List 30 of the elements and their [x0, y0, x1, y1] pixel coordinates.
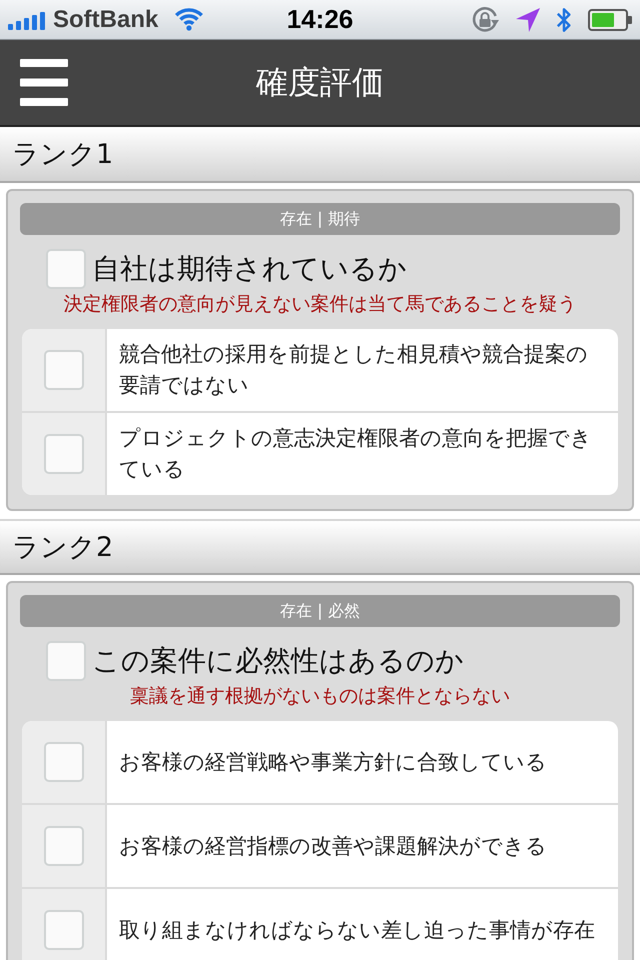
clock-time: 14:26: [286, 4, 354, 35]
checkbox[interactable]: [46, 641, 86, 681]
section-title: ランク2: [12, 531, 114, 565]
location-arrow-icon: [516, 8, 540, 32]
item-text: お客様の経営戦略や事業方針に合致している: [119, 748, 547, 776]
bluetooth-icon: [556, 6, 572, 34]
rotation-lock-icon: [470, 4, 500, 34]
hint-text: 決定権限者の意向が見えない案件は当て馬であることを疑う: [62, 292, 578, 317]
checkbox[interactable]: [44, 434, 84, 474]
item-text: 取り組まなければならない差し迫った事情が存在: [119, 916, 595, 944]
question-text: 自社は期待されているか: [92, 251, 407, 287]
checkbox[interactable]: [44, 910, 84, 950]
section-title: ランク1: [12, 138, 114, 172]
menu-icon[interactable]: [20, 59, 68, 106]
checkbox[interactable]: [46, 249, 86, 289]
checkbox[interactable]: [44, 350, 84, 390]
hint-text: 稟議を通す根拠がないものは案件とならない: [129, 684, 511, 709]
item-text: お客様の経営指標の改善や課題解決ができる: [119, 832, 547, 860]
category-label: 存在 | 期待: [20, 203, 620, 235]
checkbox[interactable]: [44, 826, 84, 866]
wifi-icon: [174, 8, 204, 31]
checkbox[interactable]: [44, 742, 84, 782]
item-text: プロジェクトの意志決定権限者の意向を把握できている: [119, 425, 593, 483]
page-title: 確度評価: [256, 62, 384, 102]
carrier-name: SoftBank: [53, 6, 158, 34]
question-text: この案件に必然性はあるのか: [92, 643, 464, 679]
item-text: 競合他社の採用を前提とした相見積や競合提案の要請ではない: [119, 341, 589, 399]
battery-icon: [588, 8, 632, 30]
category-label: 存在 | 必然: [20, 595, 620, 627]
signal-bars-icon: [8, 12, 45, 30]
